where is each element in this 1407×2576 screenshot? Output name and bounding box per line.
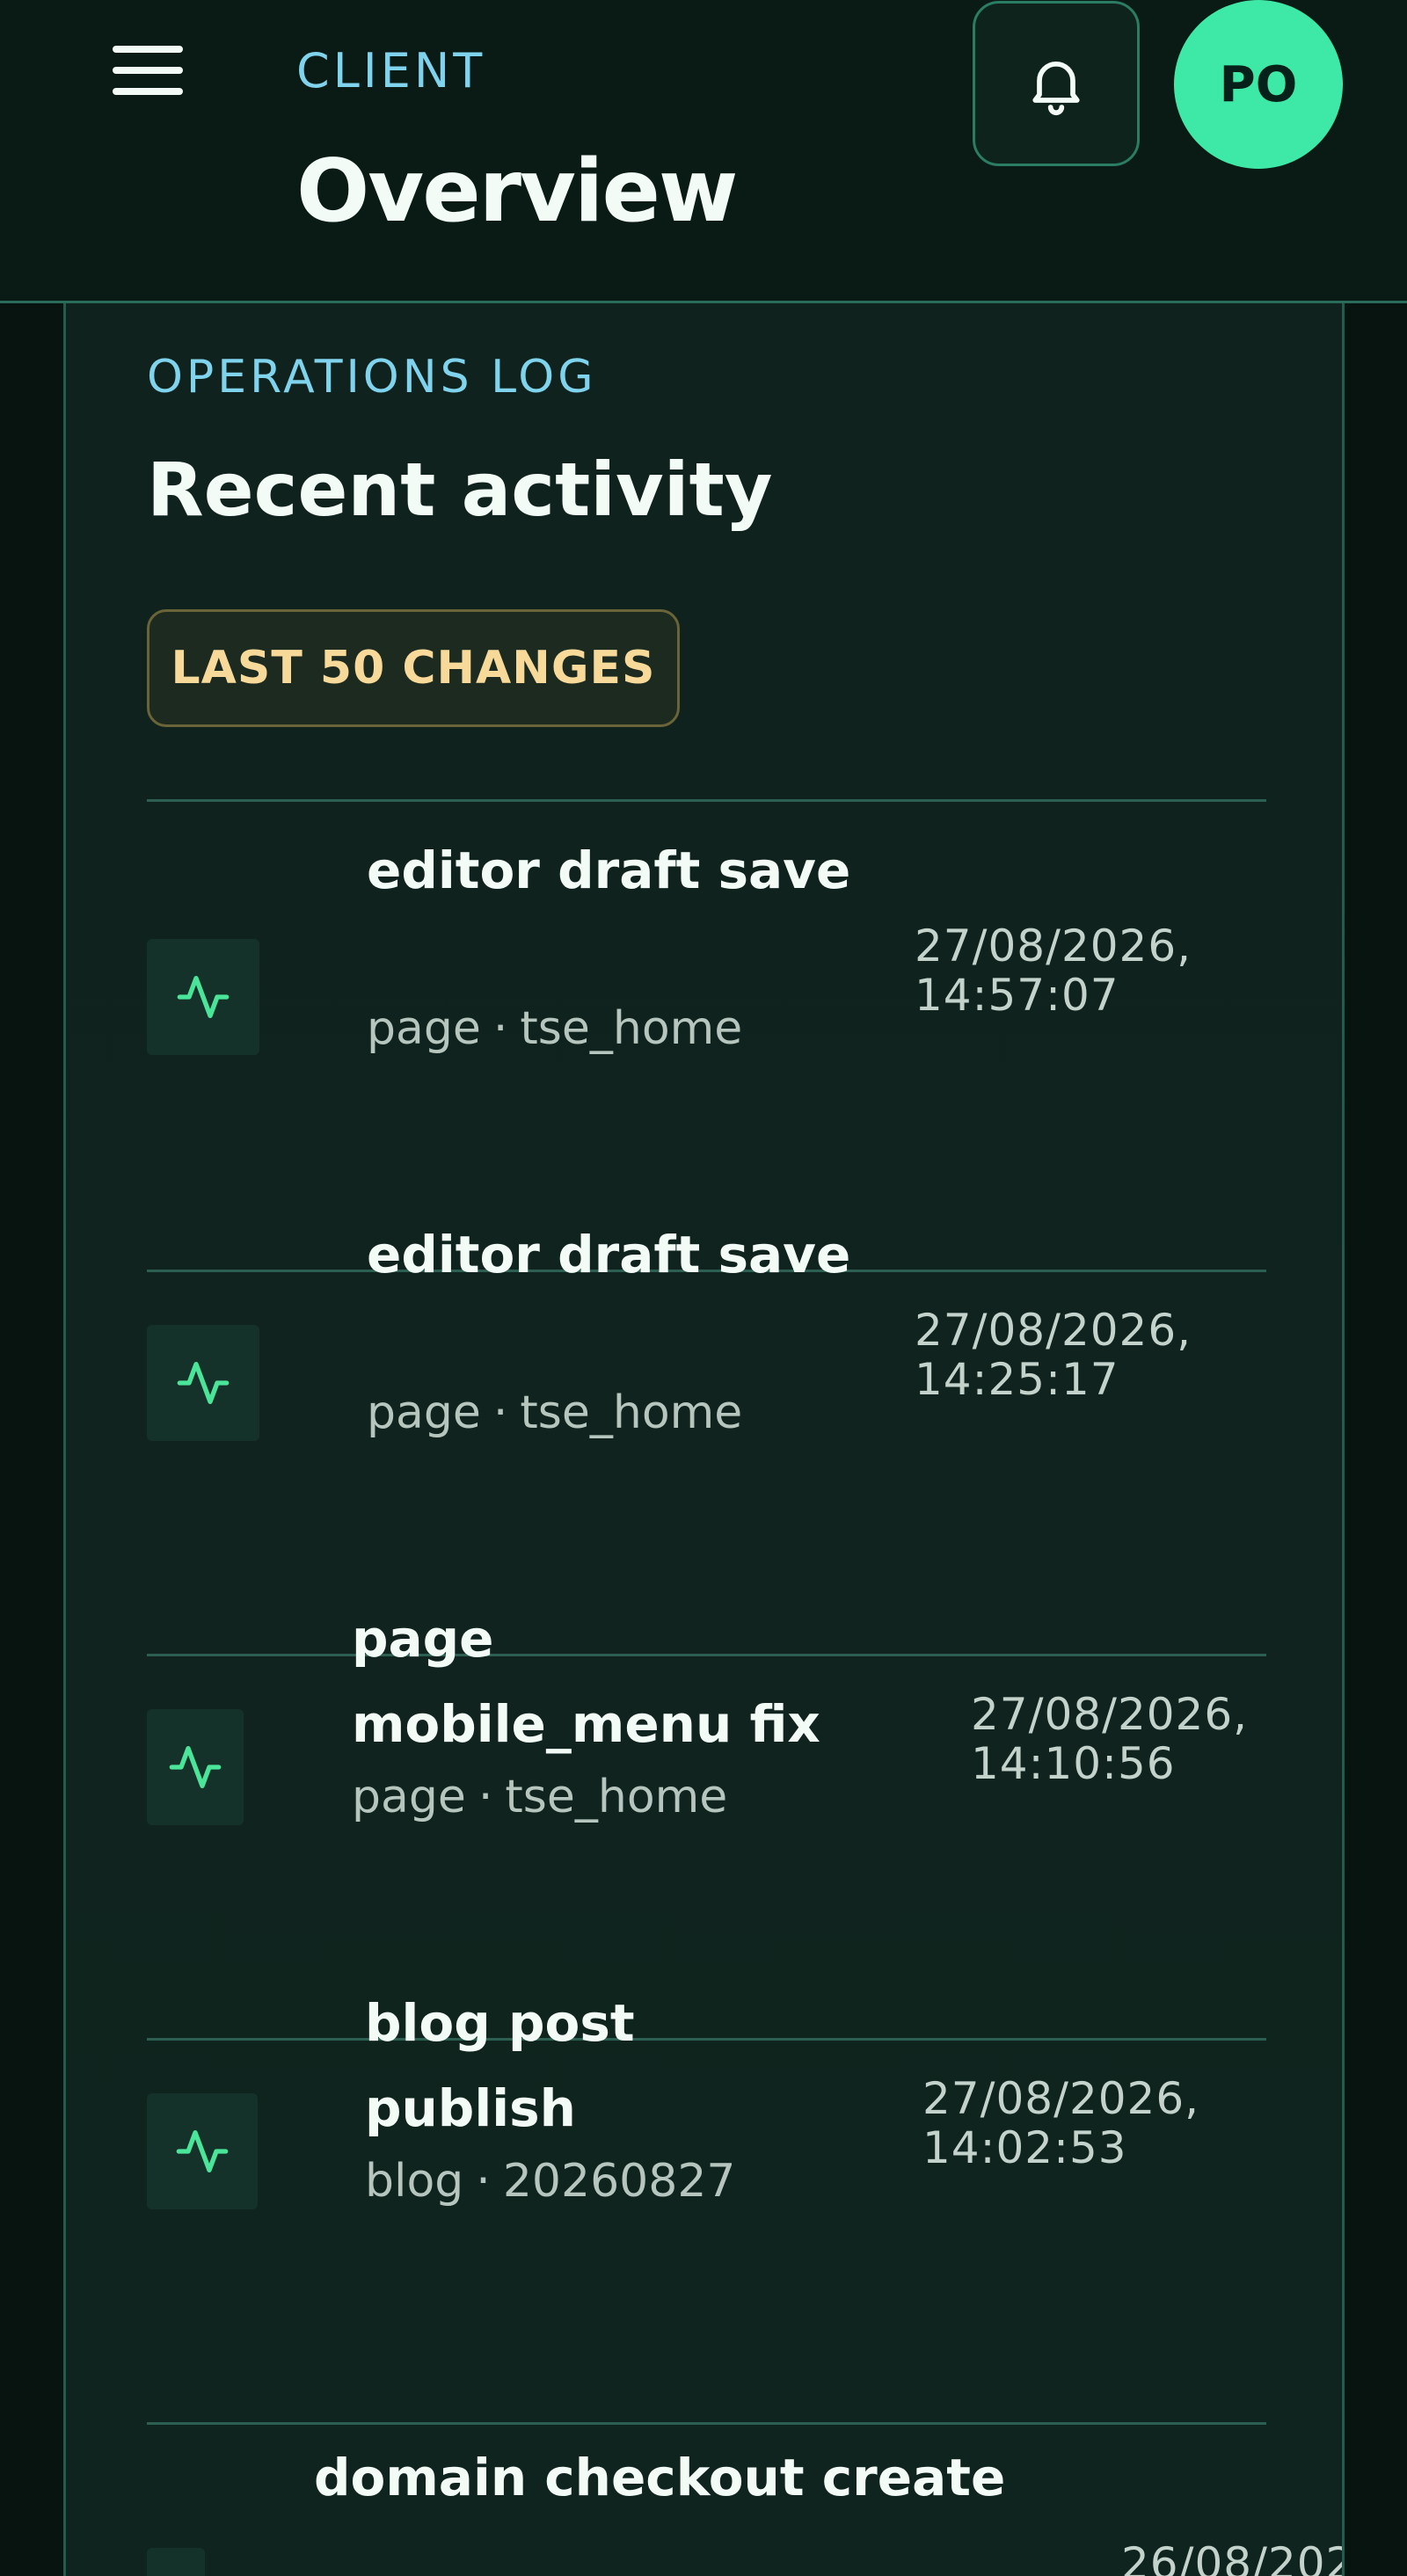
meta-separator: ·: [478, 1771, 493, 1823]
item-date: 27/08/2026,: [971, 1689, 1249, 1740]
activity-icon: [176, 2130, 229, 2172]
avatar[interactable]: PO: [1174, 0, 1343, 169]
item-meta: page · tse_home: [352, 1769, 727, 1825]
list-item[interactable]: blog post publish blog · 20260827 27/08/20…: [147, 1993, 1266, 2425]
meta-separator: ·: [492, 1386, 508, 1439]
item-title: editor draft save: [367, 840, 851, 900]
item-time: 14:10:56: [971, 1738, 1176, 1789]
item-ref: tse_home: [505, 1771, 728, 1823]
meta-separator: ·: [492, 1002, 508, 1055]
item-type: page: [367, 1002, 481, 1055]
section-kicker: OPERATIONS LOG: [147, 351, 597, 404]
activity-icon-box: [147, 1325, 259, 1441]
list-item[interactable]: domain checkout create 26/08/2026: [147, 2425, 1342, 2576]
menu-icon: [113, 46, 183, 95]
item-ref: tse_home: [520, 1386, 743, 1439]
item-timestamp: 27/08/2026, 14:57:07: [915, 921, 1214, 1020]
item-timestamp: 27/08/2026, 14:02:53: [922, 2074, 1221, 2172]
item-time: 14:57:07: [915, 970, 1119, 1021]
activity-icon: [169, 1746, 222, 1788]
page-title: Overview: [296, 142, 738, 242]
item-meta: page · tse_home: [367, 1385, 742, 1441]
item-date: 27/08/2026,: [915, 1305, 1192, 1356]
item-type: page: [367, 1386, 481, 1439]
filter-badge[interactable]: LAST 50 CHANGES: [147, 609, 680, 727]
activity-icon: [177, 1362, 230, 1404]
app-header: CLIENT Overview PO: [0, 0, 1407, 303]
item-meta: blog · 20260827: [365, 2153, 735, 2209]
item-type: page: [352, 1771, 466, 1823]
meta-separator: ·: [476, 2155, 491, 2208]
section-title: Recent activity: [147, 447, 773, 533]
activity-icon-box: [147, 939, 259, 1055]
item-timestamp: 27/08/2026, 14:25:17: [915, 1306, 1214, 1404]
item-ref: 20260827: [502, 2155, 736, 2208]
bell-icon: [1032, 62, 1080, 116]
item-meta: page · tse_home: [367, 1001, 742, 1057]
activity-icon-box: [147, 2093, 258, 2209]
header-eyebrow: CLIENT: [296, 43, 486, 98]
item-time: 14:25:17: [915, 1354, 1119, 1405]
item-type: blog: [365, 2155, 464, 2208]
list-item[interactable]: editor draft save page · tse_home 27/08/20…: [147, 802, 1266, 1186]
item-title: blog post publish: [365, 1993, 635, 2138]
item-timestamp: 26/08/2026: [1121, 2539, 1342, 2576]
item-date: 26/08/2026: [1121, 2539, 1342, 2576]
notifications-button[interactable]: [973, 1, 1140, 166]
activity-card: OPERATIONS LOG Recent activity LAST 50 C…: [63, 303, 1345, 2576]
item-title: editor draft save: [367, 1225, 851, 1284]
item-date: 27/08/2026,: [915, 921, 1192, 971]
item-timestamp: 27/08/2026, 14:10:56: [971, 1690, 1270, 1788]
activity-icon-box: [147, 2548, 205, 2576]
item-title: page mobile_menu fix: [352, 1609, 820, 1754]
item-time: 14:02:53: [922, 2122, 1127, 2173]
activity-icon-box: [147, 1709, 244, 1825]
item-title: domain checkout create: [314, 2448, 1006, 2507]
item-date: 27/08/2026,: [922, 2073, 1200, 2124]
activity-icon: [177, 976, 230, 1018]
item-ref: tse_home: [520, 1002, 743, 1055]
menu-button[interactable]: [106, 33, 190, 107]
